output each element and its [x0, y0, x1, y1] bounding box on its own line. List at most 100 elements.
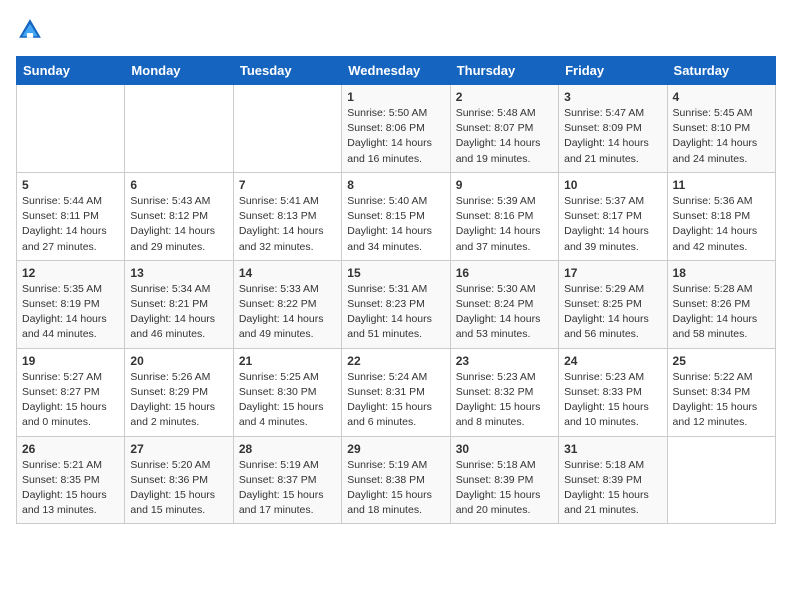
page-header — [16, 16, 776, 44]
calendar-cell: 5 Sunrise: 5:44 AM Sunset: 8:11 PM Daylig… — [17, 172, 125, 260]
day-info: Sunrise: 5:43 AM Sunset: 8:12 PM Dayligh… — [130, 194, 227, 255]
day-info: Sunrise: 5:20 AM Sunset: 8:36 PM Dayligh… — [130, 458, 227, 519]
calendar-cell: 12 Sunrise: 5:35 AM Sunset: 8:19 PM Dayli… — [17, 260, 125, 348]
calendar-cell: 28Sunrise: 5:19 AM Sunset: 8:37 PM Dayli… — [233, 436, 341, 524]
day-info: Sunrise: 5:35 AM Sunset: 8:19 PM Dayligh… — [22, 282, 119, 343]
calendar-cell: 1 Sunrise: 5:50 AM Sunset: 8:06 PM Daylig… — [342, 85, 450, 173]
day-number: 12 — [22, 266, 119, 280]
day-number: 23 — [456, 354, 553, 368]
day-info: Sunrise: 5:30 AM Sunset: 8:24 PM Dayligh… — [456, 282, 553, 343]
day-info: Sunrise: 5:41 AM Sunset: 8:13 PM Dayligh… — [239, 194, 336, 255]
day-number: 24 — [564, 354, 661, 368]
day-number: 30 — [456, 442, 553, 456]
day-number: 17 — [564, 266, 661, 280]
calendar-cell: 14Sunrise: 5:33 AM Sunset: 8:22 PM Dayli… — [233, 260, 341, 348]
day-number: 1 — [347, 90, 444, 104]
day-number: 18 — [673, 266, 770, 280]
calendar-cell: 6 Sunrise: 5:43 AM Sunset: 8:12 PM Daylig… — [125, 172, 233, 260]
day-number: 13 — [130, 266, 227, 280]
calendar-cell: 31Sunrise: 5:18 AM Sunset: 8:39 PM Dayli… — [559, 436, 667, 524]
calendar-cell: 20 Sunrise: 5:26 AM Sunset: 8:29 PM Dayli… — [125, 348, 233, 436]
calendar-cell: 4 Sunrise: 5:45 AM Sunset: 8:10 PM Daylig… — [667, 85, 775, 173]
day-info: Sunrise: 5:40 AM Sunset: 8:15 PM Dayligh… — [347, 194, 444, 255]
day-info: Sunrise: 5:44 AM Sunset: 8:11 PM Dayligh… — [22, 194, 119, 255]
day-number: 16 — [456, 266, 553, 280]
day-info: Sunrise: 5:19 AM Sunset: 8:37 PM Dayligh… — [239, 458, 336, 519]
day-number: 22 — [347, 354, 444, 368]
calendar-cell: 21 Sunrise: 5:25 AM Sunset: 8:30 PM Dayli… — [233, 348, 341, 436]
calendar-cell: 9Sunrise: 5:39 AM Sunset: 8:16 PM Daylig… — [450, 172, 558, 260]
day-number: 29 — [347, 442, 444, 456]
calendar-cell: 18 Sunrise: 5:28 AM Sunset: 8:26 PM Dayli… — [667, 260, 775, 348]
day-number: 8 — [347, 178, 444, 192]
calendar-table: SundayMondayTuesdayWednesdayThursdayFrid… — [16, 56, 776, 524]
calendar-cell — [17, 85, 125, 173]
day-number: 6 — [130, 178, 227, 192]
calendar-week-row: 1 Sunrise: 5:50 AM Sunset: 8:06 PM Daylig… — [17, 85, 776, 173]
calendar-cell: 19 Sunrise: 5:27 AM Sunset: 8:27 PM Dayli… — [17, 348, 125, 436]
calendar-cell: 13 Sunrise: 5:34 AM Sunset: 8:21 PM Dayli… — [125, 260, 233, 348]
day-info: Sunrise: 5:26 AM Sunset: 8:29 PM Dayligh… — [130, 370, 227, 431]
calendar-cell: 2 Sunrise: 5:48 AM Sunset: 8:07 PM Daylig… — [450, 85, 558, 173]
calendar-cell: 10 Sunrise: 5:37 AM Sunset: 8:17 PM Dayli… — [559, 172, 667, 260]
day-number: 5 — [22, 178, 119, 192]
day-info: Sunrise: 5:48 AM Sunset: 8:07 PM Dayligh… — [456, 106, 553, 167]
day-number: 26 — [22, 442, 119, 456]
calendar-cell: 3Sunrise: 5:47 AM Sunset: 8:09 PM Daylig… — [559, 85, 667, 173]
day-number: 21 — [239, 354, 336, 368]
day-number: 27 — [130, 442, 227, 456]
calendar-cell: 30 Sunrise: 5:18 AM Sunset: 8:39 PM Dayli… — [450, 436, 558, 524]
day-info: Sunrise: 5:27 AM Sunset: 8:27 PM Dayligh… — [22, 370, 119, 431]
calendar-header-row: SundayMondayTuesdayWednesdayThursdayFrid… — [17, 57, 776, 85]
day-number: 10 — [564, 178, 661, 192]
calendar-cell — [667, 436, 775, 524]
day-info: Sunrise: 5:34 AM Sunset: 8:21 PM Dayligh… — [130, 282, 227, 343]
calendar-week-row: 26 Sunrise: 5:21 AM Sunset: 8:35 PM Dayli… — [17, 436, 776, 524]
day-info: Sunrise: 5:24 AM Sunset: 8:31 PM Dayligh… — [347, 370, 444, 431]
calendar-cell: 29 Sunrise: 5:19 AM Sunset: 8:38 PM Dayli… — [342, 436, 450, 524]
day-number: 15 — [347, 266, 444, 280]
day-info: Sunrise: 5:37 AM Sunset: 8:17 PM Dayligh… — [564, 194, 661, 255]
day-number: 25 — [673, 354, 770, 368]
day-info: Sunrise: 5:18 AM Sunset: 8:39 PM Dayligh… — [456, 458, 553, 519]
day-number: 11 — [673, 178, 770, 192]
calendar-week-row: 19 Sunrise: 5:27 AM Sunset: 8:27 PM Dayli… — [17, 348, 776, 436]
calendar-cell: 23 Sunrise: 5:23 AM Sunset: 8:32 PM Dayli… — [450, 348, 558, 436]
day-info: Sunrise: 5:22 AM Sunset: 8:34 PM Dayligh… — [673, 370, 770, 431]
calendar-cell: 17 Sunrise: 5:29 AM Sunset: 8:25 PM Dayli… — [559, 260, 667, 348]
day-info: Sunrise: 5:25 AM Sunset: 8:30 PM Dayligh… — [239, 370, 336, 431]
calendar-cell: 22 Sunrise: 5:24 AM Sunset: 8:31 PM Dayli… — [342, 348, 450, 436]
calendar-cell: 24Sunrise: 5:23 AM Sunset: 8:33 PM Dayli… — [559, 348, 667, 436]
calendar-week-row: 5 Sunrise: 5:44 AM Sunset: 8:11 PM Daylig… — [17, 172, 776, 260]
calendar-cell: 26 Sunrise: 5:21 AM Sunset: 8:35 PM Dayli… — [17, 436, 125, 524]
calendar-cell — [233, 85, 341, 173]
calendar-cell: 15Sunrise: 5:31 AM Sunset: 8:23 PM Dayli… — [342, 260, 450, 348]
calendar-cell — [125, 85, 233, 173]
calendar-cell: 11 Sunrise: 5:36 AM Sunset: 8:18 PM Dayli… — [667, 172, 775, 260]
day-info: Sunrise: 5:18 AM Sunset: 8:39 PM Dayligh… — [564, 458, 661, 519]
day-info: Sunrise: 5:19 AM Sunset: 8:38 PM Dayligh… — [347, 458, 444, 519]
header-saturday: Saturday — [667, 57, 775, 85]
day-info: Sunrise: 5:50 AM Sunset: 8:06 PM Dayligh… — [347, 106, 444, 167]
day-number: 4 — [673, 90, 770, 104]
day-info: Sunrise: 5:36 AM Sunset: 8:18 PM Dayligh… — [673, 194, 770, 255]
day-number: 20 — [130, 354, 227, 368]
day-info: Sunrise: 5:45 AM Sunset: 8:10 PM Dayligh… — [673, 106, 770, 167]
day-info: Sunrise: 5:39 AM Sunset: 8:16 PM Dayligh… — [456, 194, 553, 255]
day-info: Sunrise: 5:21 AM Sunset: 8:35 PM Dayligh… — [22, 458, 119, 519]
header-thursday: Thursday — [450, 57, 558, 85]
day-number: 2 — [456, 90, 553, 104]
logo-icon — [16, 16, 44, 44]
day-number: 7 — [239, 178, 336, 192]
day-number: 19 — [22, 354, 119, 368]
header-tuesday: Tuesday — [233, 57, 341, 85]
calendar-cell: 7 Sunrise: 5:41 AM Sunset: 8:13 PM Daylig… — [233, 172, 341, 260]
day-info: Sunrise: 5:28 AM Sunset: 8:26 PM Dayligh… — [673, 282, 770, 343]
header-friday: Friday — [559, 57, 667, 85]
header-wednesday: Wednesday — [342, 57, 450, 85]
header-monday: Monday — [125, 57, 233, 85]
day-info: Sunrise: 5:23 AM Sunset: 8:32 PM Dayligh… — [456, 370, 553, 431]
day-info: Sunrise: 5:29 AM Sunset: 8:25 PM Dayligh… — [564, 282, 661, 343]
day-info: Sunrise: 5:33 AM Sunset: 8:22 PM Dayligh… — [239, 282, 336, 343]
day-number: 3 — [564, 90, 661, 104]
